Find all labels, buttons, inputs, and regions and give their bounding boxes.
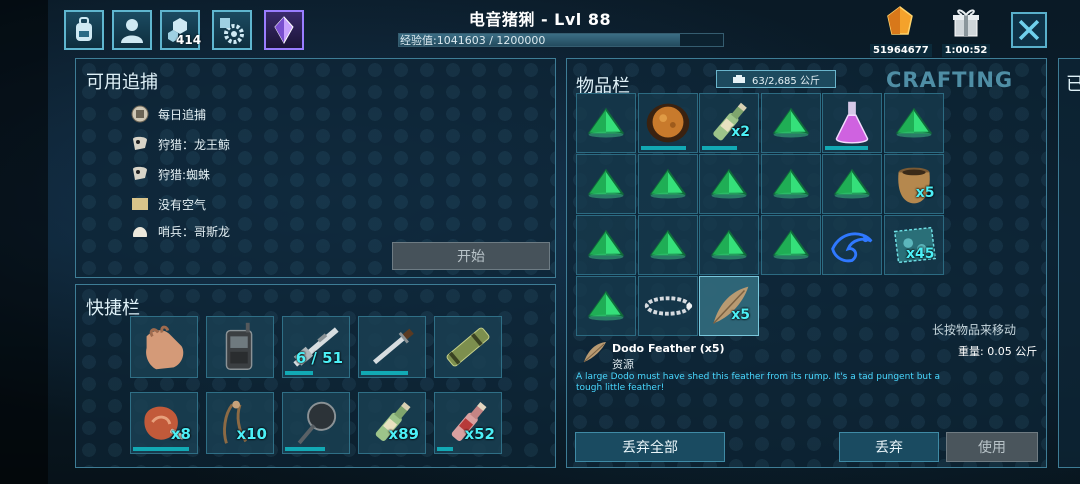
- durability-bar: [361, 371, 408, 375]
- inventory-slot[interactable]: [576, 215, 636, 275]
- item-count: 6 / 51: [295, 349, 343, 367]
- durability-bar: [640, 146, 687, 150]
- durability-bar: [825, 146, 869, 150]
- tracking-item-label: 狩猎:蜘蛛: [158, 167, 211, 182]
- durability-bar: [285, 447, 326, 451]
- inventory-slot[interactable]: [822, 154, 882, 214]
- inventory-slot[interactable]: [822, 215, 882, 275]
- hotbar-slot[interactable]: x89: [358, 392, 426, 454]
- gift-timer-text: 1:00:52: [941, 44, 991, 57]
- item-count: x2: [731, 124, 750, 140]
- inventory-slot[interactable]: [699, 215, 759, 275]
- hotbar-slot[interactable]: [206, 316, 274, 378]
- tracking-item[interactable]: 狩猎：龙王鲸: [130, 133, 230, 155]
- inventory-slot[interactable]: [637, 276, 698, 336]
- durability-bar: [285, 371, 313, 375]
- skull-icon: [130, 164, 150, 184]
- selected-item-weight: 重量: 0.05 公斤: [958, 345, 1038, 358]
- top-bar: 414 电音猪猁 - Lvl 88 经验值:1041603 / 1200000 …: [0, 0, 1080, 57]
- inventory-weight: 63/2,685 公斤: [716, 70, 836, 88]
- inventory-slot[interactable]: x2: [699, 93, 759, 153]
- skull-icon: [130, 134, 150, 154]
- inventory-slot[interactable]: [760, 154, 821, 214]
- feather-icon: [583, 342, 606, 363]
- drop-all-button[interactable]: 丢弃全部: [575, 432, 725, 462]
- item-count: x5: [915, 185, 935, 201]
- gift-box-icon: [953, 9, 979, 37]
- tracking-item[interactable]: 每日追捕: [130, 103, 206, 125]
- tracking-item-label: 狩猎：龙王鲸: [158, 137, 231, 152]
- amber-resource: 51964677: [870, 6, 932, 57]
- inventory-weight-text: 63/2,685 公斤: [752, 75, 820, 87]
- hotbar-slot[interactable]: 6 / 51: [282, 316, 350, 378]
- hotbar-slot[interactable]: [282, 392, 350, 454]
- move-hint: 长按物品来移动: [932, 323, 1017, 337]
- hotbar-slot[interactable]: [358, 316, 426, 378]
- selected-item-name: Dodo Feather (x5): [612, 342, 725, 355]
- inventory-slot[interactable]: [576, 154, 636, 214]
- start-button[interactable]: 开始: [392, 242, 550, 270]
- tracking-item[interactable]: 没有空气: [130, 193, 206, 215]
- side-panel: [1058, 58, 1080, 468]
- screen-edge: [0, 0, 48, 484]
- hotbar-slot[interactable]: [130, 316, 198, 378]
- tracking-item-label: 哨兵：哥斯龙: [158, 225, 231, 237]
- drop-button[interactable]: 丢弃: [839, 432, 939, 462]
- use-button[interactable]: 使用: [946, 432, 1038, 462]
- hotbar-slot[interactable]: x52: [434, 392, 502, 454]
- tracking-item-label: 每日追捕: [158, 107, 207, 122]
- weight-icon: [733, 75, 746, 83]
- inventory-slot[interactable]: [637, 215, 698, 275]
- inventory-slot[interactable]: x5: [883, 154, 944, 214]
- selected-item-type: 资源: [612, 358, 634, 371]
- amber-count: 51964677: [870, 44, 932, 57]
- inventory-slot[interactable]: [699, 154, 759, 214]
- tracking-item[interactable]: 哨兵：哥斯龙: [130, 223, 230, 237]
- egg-icon: [130, 223, 150, 237]
- durability-bar: [133, 447, 189, 451]
- close-icon: [1018, 19, 1040, 41]
- gift-timer[interactable]: 1:00:52: [936, 6, 996, 57]
- inventory-slot[interactable]: [637, 93, 698, 153]
- inventory-slot[interactable]: [576, 93, 636, 153]
- tab-count: 414: [176, 33, 202, 47]
- item-count: x8: [170, 425, 191, 443]
- tracking-item-label: 没有空气: [158, 197, 207, 212]
- inventory-slot[interactable]: x5: [699, 276, 759, 336]
- inventory-slot[interactable]: [637, 154, 698, 214]
- hotbar-slot[interactable]: x8: [130, 392, 198, 454]
- tracking-item[interactable]: 狩猎:蜘蛛: [130, 163, 210, 185]
- selected-item-description: A large Dodo must have shed this feather…: [576, 372, 941, 393]
- hotbar-slot[interactable]: [434, 316, 502, 378]
- item-count: x10: [236, 425, 267, 443]
- durability-bar: [437, 447, 453, 451]
- calendar-icon: [130, 104, 150, 124]
- item-count: x45: [905, 246, 935, 262]
- tab-crafting[interactable]: CRAFTING: [886, 68, 1013, 92]
- close-button[interactable]: [1011, 12, 1047, 48]
- item-count: x89: [388, 425, 419, 443]
- inventory-slot[interactable]: [760, 93, 821, 153]
- xp-text: 经验值:1041603 / 1200000: [400, 34, 546, 47]
- amber-icon: [887, 6, 913, 35]
- inventory-slot[interactable]: [822, 93, 882, 153]
- hotbar-slot[interactable]: x10: [206, 392, 274, 454]
- inventory-slot[interactable]: [883, 93, 944, 153]
- map-scroll-icon: [130, 194, 150, 214]
- item-count: x52: [464, 425, 495, 443]
- inventory-slot[interactable]: [576, 276, 636, 336]
- tracking-title: 可用追捕: [86, 72, 158, 93]
- inventory-slot[interactable]: x45: [883, 215, 944, 275]
- side-panel-tab[interactable]: 已: [1066, 70, 1080, 96]
- durability-bar: [702, 146, 738, 150]
- item-count: x5: [731, 307, 750, 323]
- inventory-slot[interactable]: [760, 215, 821, 275]
